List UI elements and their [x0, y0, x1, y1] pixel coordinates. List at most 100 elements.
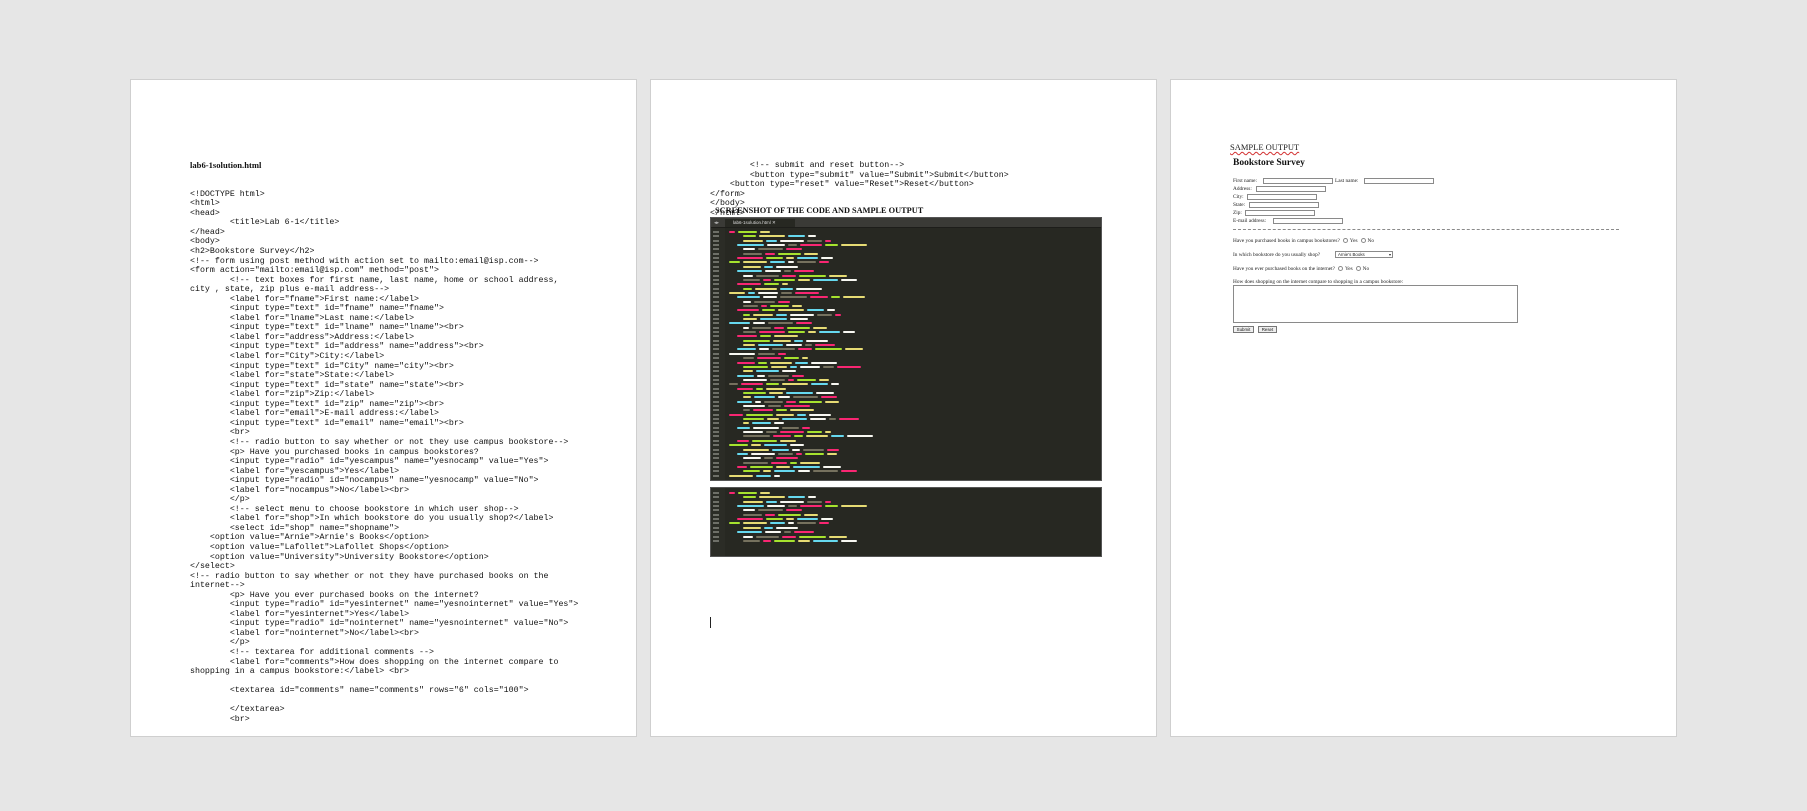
file-title: lab6-1solution.html — [190, 160, 262, 171]
code-token — [815, 348, 842, 351]
code-token — [797, 378, 816, 381]
code-token — [743, 248, 755, 251]
code-token — [752, 326, 771, 329]
code-token — [743, 457, 761, 460]
code-token — [790, 409, 814, 412]
line-number — [713, 231, 719, 233]
last-name-input[interactable] — [1364, 178, 1434, 184]
code-line: </head> — [190, 227, 225, 237]
code-token — [773, 435, 791, 438]
code-line: <body> — [190, 237, 220, 247]
code-token — [743, 448, 769, 451]
code-token — [760, 318, 787, 320]
code-line: <input type="text" id="fname" name="fnam… — [190, 304, 444, 314]
code-line: <!-- submit and reset button--> — [710, 161, 905, 171]
code-token — [758, 361, 767, 364]
code-token — [786, 257, 794, 260]
survey-heading: Bookstore Survey — [1233, 158, 1305, 168]
address-input[interactable] — [1256, 186, 1326, 192]
code-token — [810, 418, 826, 421]
bookstore-select[interactable]: Arnie's Books ▾ — [1335, 251, 1393, 258]
email-input[interactable] — [1273, 218, 1343, 224]
code-token — [807, 431, 822, 434]
comments-textarea[interactable] — [1233, 285, 1518, 323]
code-token — [808, 235, 816, 238]
code-line: <input type="radio" id="nointernet" name… — [190, 619, 569, 629]
code-line: <!-- form using post method with action … — [190, 256, 539, 266]
line-number — [713, 509, 719, 512]
line-number — [713, 244, 719, 247]
code-token — [758, 509, 783, 512]
code-token — [794, 531, 814, 534]
code-token — [784, 531, 791, 534]
divider — [1233, 229, 1619, 230]
code-token — [737, 270, 762, 273]
line-number — [713, 309, 719, 312]
code-token — [737, 257, 763, 260]
code-line: <!-- text boxes for first name, last nam… — [190, 275, 559, 285]
code-token — [790, 365, 797, 368]
code-token — [737, 505, 764, 508]
line-number — [713, 378, 719, 381]
code-token — [743, 500, 763, 503]
first-name-input[interactable] — [1263, 178, 1333, 184]
code-token — [774, 474, 780, 477]
text-cursor — [710, 617, 711, 628]
code-token — [759, 496, 785, 499]
code-token — [788, 261, 794, 264]
code-token — [764, 265, 773, 268]
submit-button[interactable]: Submit — [1233, 326, 1254, 333]
code-token — [743, 422, 749, 425]
code-token — [823, 365, 834, 368]
line-number — [713, 418, 719, 421]
city-input[interactable] — [1247, 194, 1317, 200]
code-token — [847, 435, 873, 438]
line-number — [713, 539, 719, 542]
line-number — [713, 531, 719, 534]
code-token — [772, 448, 789, 451]
internet-yes-radio[interactable] — [1337, 266, 1343, 272]
code-token — [743, 235, 756, 238]
code-token — [805, 452, 824, 455]
code-line: <label for="shop">In which bookstore do … — [190, 514, 554, 524]
code-token — [784, 405, 810, 407]
code-token — [753, 409, 773, 412]
code-token — [788, 331, 805, 334]
code-token — [790, 313, 814, 316]
code-token — [808, 496, 816, 499]
campus-no-radio[interactable] — [1360, 238, 1366, 244]
code-token — [757, 374, 765, 377]
code-line: <option value="Arnie">Arnie's Books</opt… — [190, 533, 429, 543]
code-line: <br> — [190, 428, 250, 438]
code-token — [798, 539, 810, 542]
code-token — [835, 313, 841, 316]
reset-button[interactable]: Reset — [1258, 326, 1277, 333]
code-line: <option value="Lafollet">Lafollet Shops<… — [190, 542, 449, 552]
campus-yes-radio[interactable] — [1342, 238, 1348, 244]
code-token — [729, 352, 755, 355]
line-number — [713, 461, 719, 464]
state-input[interactable] — [1249, 202, 1319, 208]
code-token — [743, 470, 760, 473]
code-token — [797, 413, 806, 416]
code-token — [766, 239, 777, 242]
code-token — [774, 422, 784, 425]
line-number — [713, 274, 719, 277]
code-token — [752, 422, 771, 425]
code-token — [811, 361, 837, 364]
code-token — [819, 261, 829, 264]
line-number — [713, 505, 719, 508]
code-token — [807, 239, 822, 242]
code-token — [774, 278, 795, 281]
zip-input[interactable] — [1245, 210, 1315, 216]
code-token — [771, 365, 787, 368]
line-number — [713, 496, 719, 499]
code-token — [825, 505, 838, 508]
line-number — [713, 261, 719, 264]
code-token — [813, 278, 838, 281]
line-number — [713, 457, 719, 460]
code-token — [829, 418, 836, 421]
line-number — [713, 448, 719, 451]
internet-question: Have you ever purchased books on the int… — [1233, 266, 1370, 272]
internet-no-radio[interactable] — [1355, 266, 1361, 272]
